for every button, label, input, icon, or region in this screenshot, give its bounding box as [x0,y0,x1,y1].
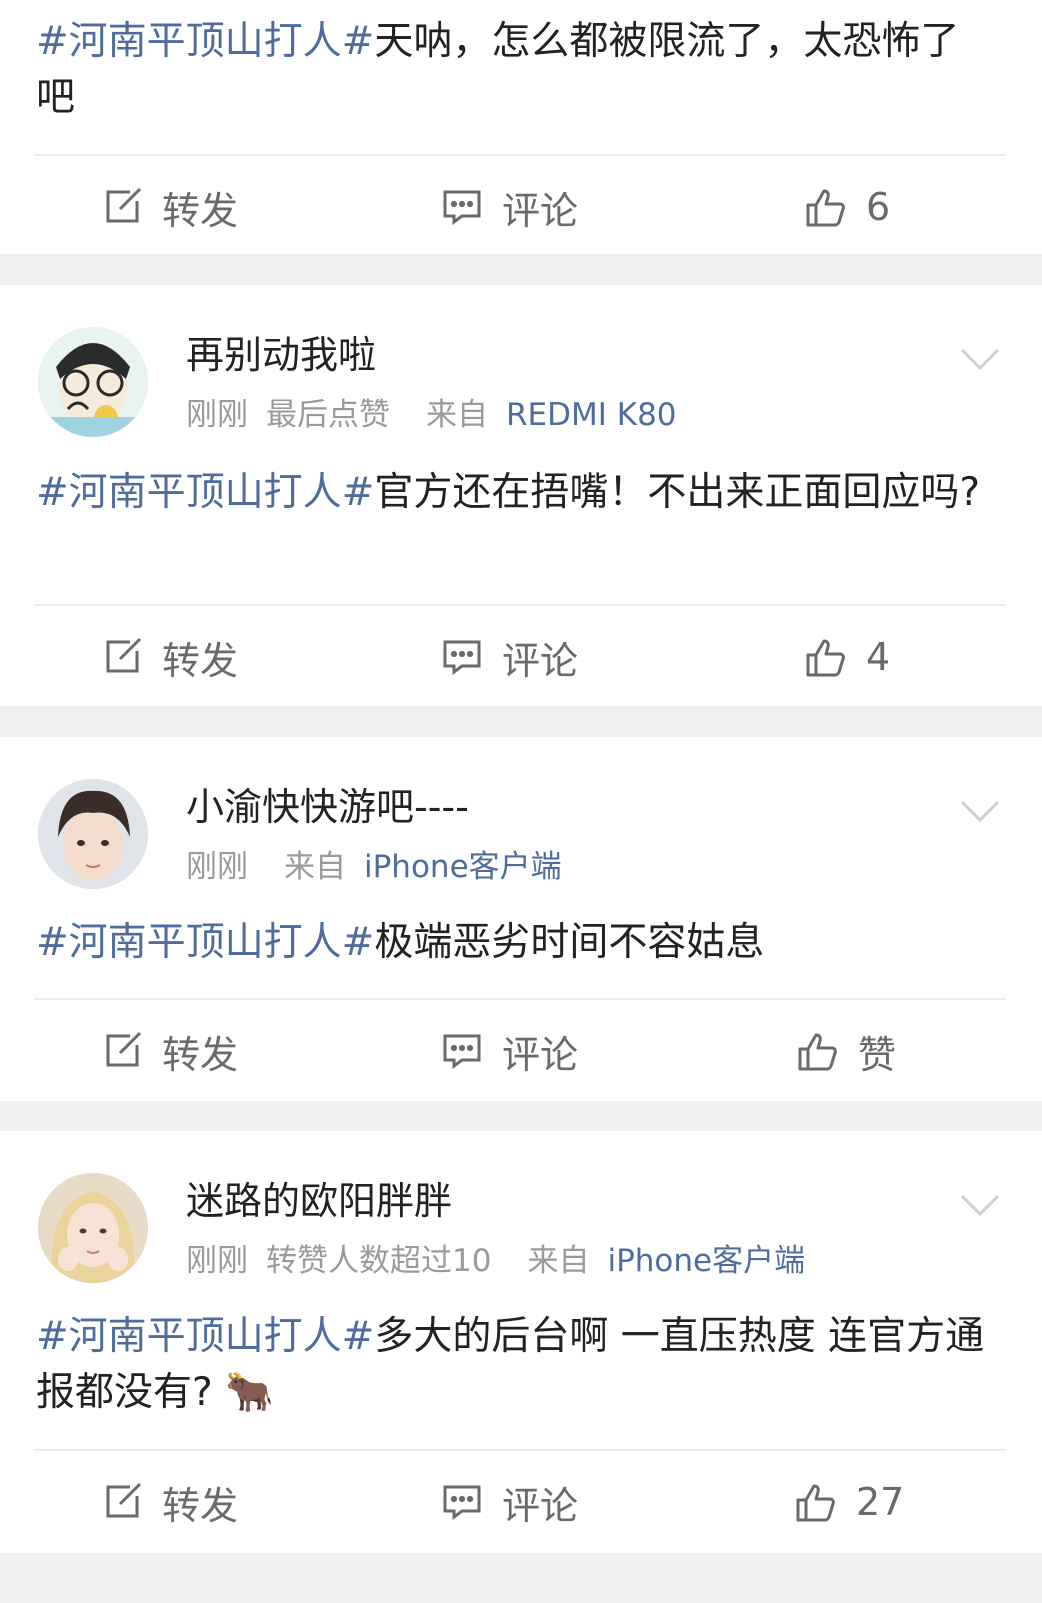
chevron-down-icon[interactable] [960,347,1000,373]
like-button[interactable]: 4 [804,607,890,707]
like-count: 27 [856,1480,905,1524]
repost-button[interactable]: 转发 [100,157,238,257]
post-text: #河南平顶山打人#多大的后台啊 一直压热度 连官方通报都没有? 🐂 [36,1309,996,1421]
comment-icon [440,185,484,229]
post-card: 再别动我啦 刚刚 最后点赞 来自 REDMI K80 #河南平顶山打人#官方还在捂嘴！… [0,285,1042,706]
comment-icon [440,635,484,679]
source-device: iPhone客户端 [364,849,562,885]
source-device: iPhone客户端 [607,1243,806,1279]
post-extra: 最后点赞 [266,397,390,433]
comment-button[interactable]: 评论 [440,607,578,707]
repost-label: 转发 [162,638,239,683]
avatar[interactable] [38,779,148,889]
share-icon [100,1480,144,1524]
like-count: 6 [866,185,891,229]
username[interactable]: 再别动我啦 [186,331,376,379]
share-icon [100,1029,144,1073]
chevron-down-icon[interactable] [960,1193,1000,1219]
divider [34,604,1006,606]
comment-label: 评论 [502,1483,579,1528]
action-bar: 转发 评论 6 [0,157,1042,257]
comment-label: 评论 [502,188,579,233]
divider [34,1449,1006,1451]
source-prefix: 来自 [284,849,346,885]
comment-icon [440,1480,484,1524]
post-meta: 刚刚 来自 iPhone客户端 [186,847,562,887]
topic-link[interactable]: #河南平顶山打人# [36,470,374,515]
thumbs-up-icon [804,635,848,679]
like-label: 赞 [858,1032,897,1077]
share-icon [100,185,144,229]
weibo-feed: #河南平顶山打人#天呐，怎么都被限流了，太恐怖了吧 转发 评论 6 再别动我啦 … [0,0,1042,1603]
username[interactable]: 迷路的欧阳胖胖 [186,1177,452,1225]
like-button[interactable]: 赞 [796,1001,896,1101]
post-body: 官方还在捂嘴！不出来正面回应吗? [374,470,981,515]
post-extra: 转赞人数超过10 [266,1243,492,1279]
chevron-down-icon[interactable] [960,799,1000,825]
topic-link[interactable]: #河南平顶山打人# [36,1314,374,1359]
repost-label: 转发 [162,188,239,233]
thumbs-up-icon [794,1480,838,1524]
post-card: 小渝快快游吧---- 刚刚 来自 iPhone客户端 #河南平顶山打人#极端恶劣时间… [0,737,1042,1101]
post-time: 刚刚 [186,849,248,885]
source-prefix: 来自 [527,1243,590,1279]
comment-button[interactable]: 评论 [440,157,578,257]
divider [34,154,1006,156]
post-time: 刚刚 [186,1243,248,1279]
post-time: 刚刚 [186,397,248,433]
action-bar: 转发 评论 4 [0,607,1042,707]
repost-button[interactable]: 转发 [100,1452,238,1552]
post-text: #河南平顶山打人#极端恶劣时间不容姑息 [36,915,996,971]
post-card: #河南平顶山打人#天呐，怎么都被限流了，太恐怖了吧 转发 评论 6 [0,0,1042,254]
avatar[interactable] [38,327,148,437]
like-count: 4 [866,635,891,679]
source-prefix: 来自 [426,397,488,433]
post-body: 极端恶劣时间不容姑息 [374,920,765,965]
action-bar: 转发 评论 27 [0,1452,1042,1552]
comment-button[interactable]: 评论 [440,1001,578,1101]
repost-button[interactable]: 转发 [100,607,238,707]
topic-link[interactable]: #河南平顶山打人# [36,920,374,965]
thumbs-up-icon [804,185,848,229]
comment-label: 评论 [502,638,579,683]
post-text: #河南平顶山打人#天呐，怎么都被限流了，太恐怖了吧 [36,14,996,126]
post-meta: 刚刚 转赞人数超过10 来自 iPhone客户端 [186,1241,805,1281]
comment-label: 评论 [502,1032,579,1077]
post-text: #河南平顶山打人#官方还在捂嘴！不出来正面回应吗? [36,465,996,521]
share-icon [100,635,144,679]
source-device: REDMI K80 [506,397,677,433]
action-bar: 转发 评论 赞 [0,1001,1042,1101]
divider [34,998,1006,1000]
comment-icon [440,1029,484,1073]
repost-label: 转发 [162,1032,239,1077]
like-button[interactable]: 6 [804,157,890,257]
username[interactable]: 小渝快快游吧---- [186,783,469,831]
like-button[interactable]: 27 [794,1452,904,1552]
avatar[interactable] [38,1173,148,1283]
thumbs-up-icon [796,1029,840,1073]
repost-button[interactable]: 转发 [100,1001,238,1101]
post-meta: 刚刚 最后点赞 来自 REDMI K80 [186,395,677,435]
topic-link[interactable]: #河南平顶山打人# [36,19,374,64]
comment-button[interactable]: 评论 [440,1452,578,1552]
post-card: 迷路的欧阳胖胖 刚刚 转赞人数超过10 来自 iPhone客户端 #河南平顶山打人#多… [0,1131,1042,1553]
repost-label: 转发 [162,1483,239,1528]
